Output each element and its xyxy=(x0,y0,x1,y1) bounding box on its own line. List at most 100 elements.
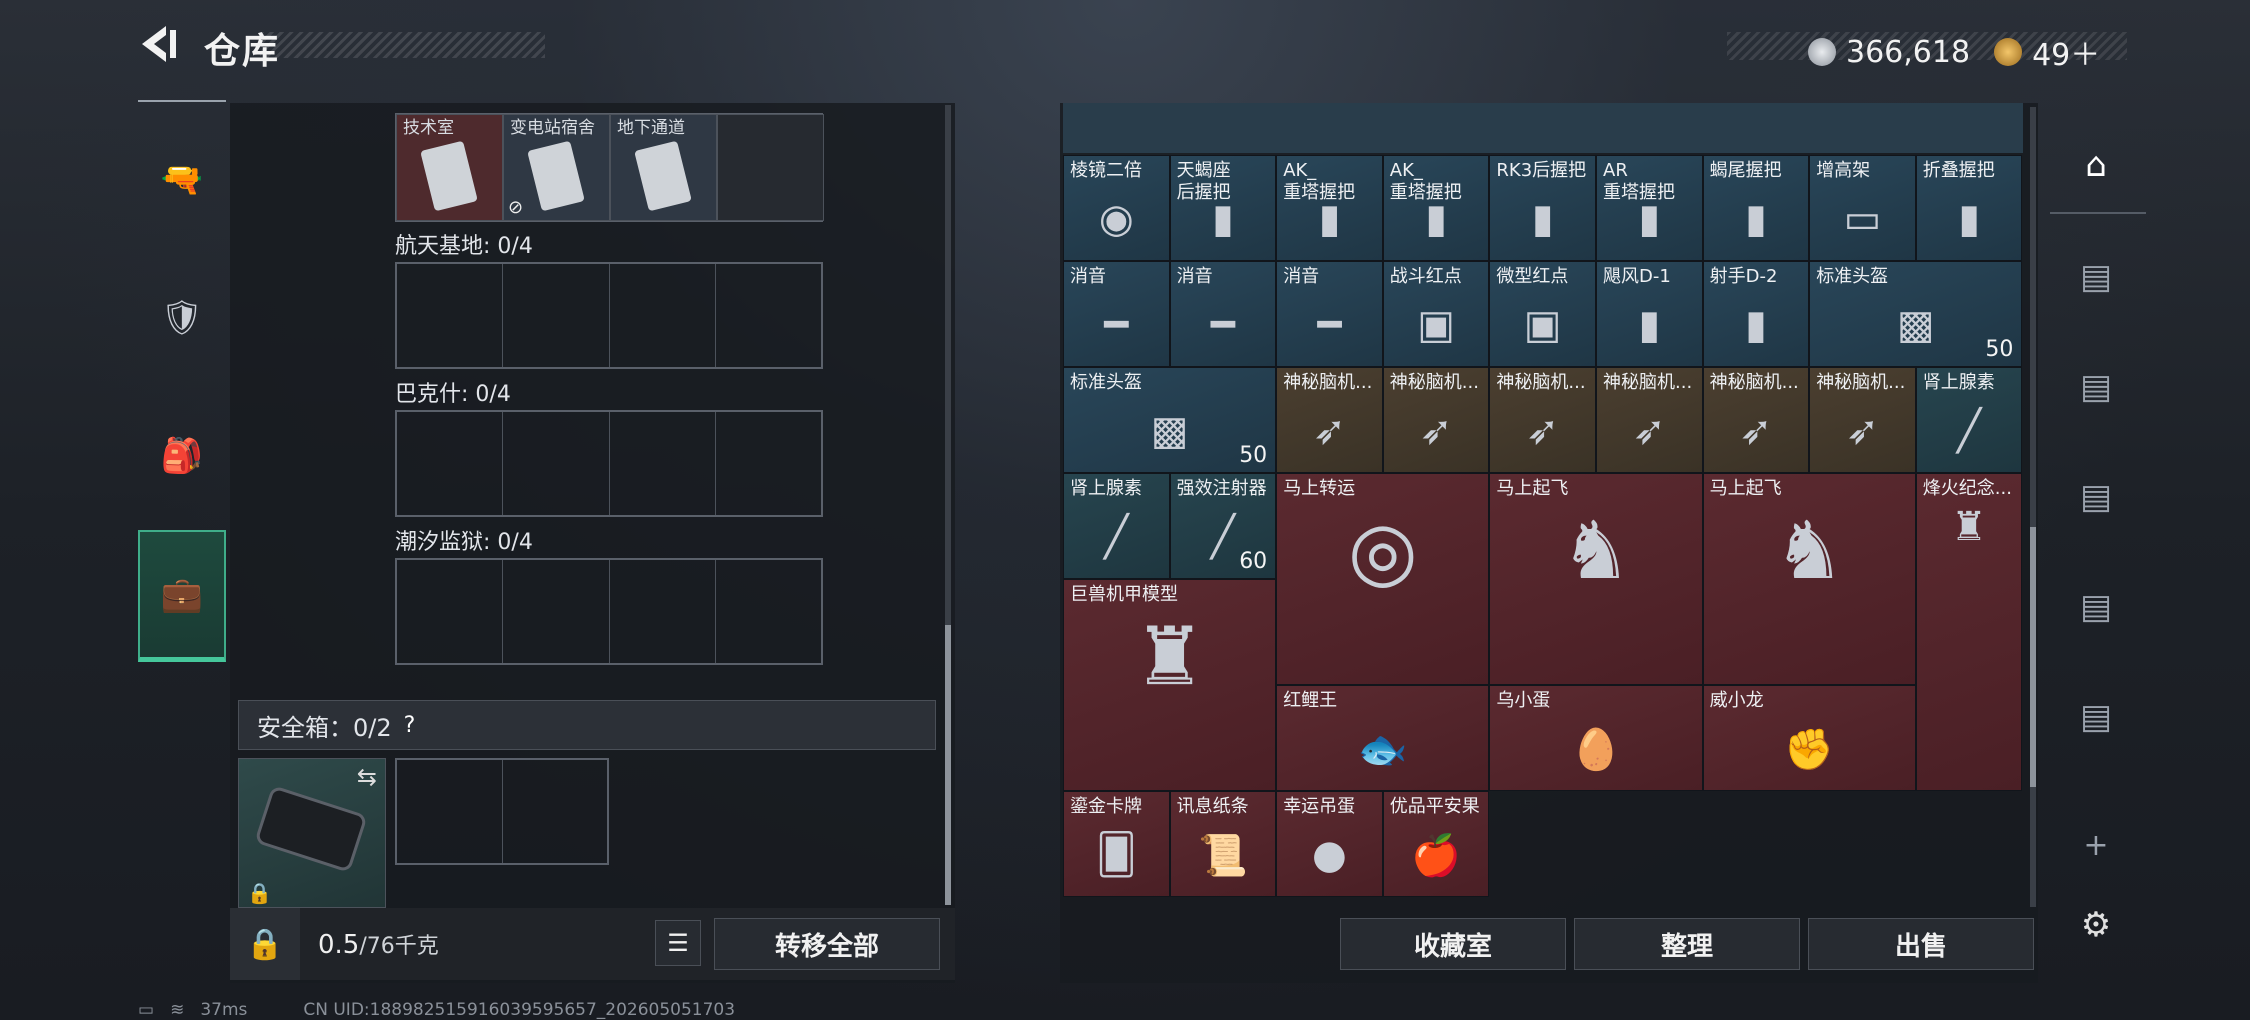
item-name: 巨兽机甲模型 xyxy=(1070,584,1178,605)
warehouse-item[interactable]: 神秘脑机... ➶ xyxy=(1382,367,1490,473)
right-scrollbar[interactable] xyxy=(2030,107,2036,907)
item-count: 60 xyxy=(1239,549,1268,574)
item-icon: ▮ xyxy=(1744,196,1767,242)
item-icon: ▮ xyxy=(1211,196,1234,242)
sell-button[interactable]: 出售 xyxy=(1808,918,2034,970)
warehouse-item[interactable]: AK_ 重塔握把 ▮ xyxy=(1382,155,1490,261)
warehouse-item[interactable]: 增高架 ▭ xyxy=(1809,155,1916,261)
item-name: 标准头盔 xyxy=(1816,266,1889,287)
safe-box-grid[interactable] xyxy=(395,758,609,865)
item-name: 消音 xyxy=(1176,266,1213,287)
item-icon: 🍎 xyxy=(1411,833,1461,879)
swap-icon[interactable]: ⇆ xyxy=(357,763,377,791)
item-name: 射手D-2 xyxy=(1709,266,1778,287)
warehouse-item[interactable]: 飓风D-1 ▮ xyxy=(1596,261,1703,367)
warehouse-item[interactable]: 神秘脑机... ➶ xyxy=(1596,367,1703,473)
warehouse-item[interactable]: 烽火纪念... ♜ xyxy=(1915,473,2023,791)
wifi-icon: ≋ xyxy=(170,1000,185,1020)
back-button[interactable] xyxy=(136,22,180,66)
warehouse-item[interactable]: 优品平安果 🍎 xyxy=(1382,791,1490,897)
warehouse-item[interactable]: 蝎尾握把 ▮ xyxy=(1702,155,1810,261)
warehouse-item[interactable]: 微型红点 ▣ xyxy=(1489,261,1596,367)
safe-box-icon xyxy=(254,785,368,873)
collection-button[interactable]: 收藏室 xyxy=(1340,918,1566,970)
warehouse-item[interactable]: RK3后握把 ▮ xyxy=(1489,155,1596,261)
item-icon: ● xyxy=(1312,832,1347,878)
tab-warehouse-main[interactable]: ⌂ xyxy=(2044,120,2148,210)
gold-coin-icon xyxy=(1994,38,2023,66)
settings-button[interactable]: ⚙ xyxy=(2044,880,2148,970)
tab-storage-3[interactable]: ▤ xyxy=(2044,452,2148,542)
warehouse-item[interactable]: 天蝎座 后握把 ▮ xyxy=(1169,155,1277,261)
item-icon: ◉ xyxy=(1098,196,1134,242)
warehouse-item[interactable]: 肾上腺素 ╱ xyxy=(1063,473,1170,579)
warehouse-item[interactable]: 消音 ━ xyxy=(1063,261,1170,367)
item-icon: ━ xyxy=(1210,302,1235,348)
item-name: 神秘脑机... xyxy=(1816,372,1906,393)
warehouse-item[interactable]: 神秘脑机... ➶ xyxy=(1702,367,1810,473)
warehouse-item[interactable]: 威小龙 ✊ xyxy=(1702,685,1916,791)
tab-storage-5[interactable]: ▤ xyxy=(2044,672,2148,762)
organize-button[interactable]: 整理 xyxy=(1574,918,1800,970)
tab-storage-2[interactable]: ▤ xyxy=(2044,342,2148,432)
warehouse-item[interactable]: 神秘脑机... ➶ xyxy=(1276,367,1383,473)
tab-armor[interactable]: 🛡 xyxy=(138,268,226,368)
warehouse-item[interactable]: 消音 ━ xyxy=(1169,261,1277,367)
warehouse-item[interactable]: 乌小蛋 🥚 xyxy=(1489,685,1703,791)
key-slot-tunnel[interactable]: 地下通道 xyxy=(610,114,717,221)
tab-storage-4[interactable]: ▤ xyxy=(2044,562,2148,652)
currency-bar: 366,618 49＋ xyxy=(1808,30,2100,74)
list-icon: ☰ xyxy=(667,929,689,957)
key-slot-substation[interactable]: 变电站宿舍 ⊘ xyxy=(503,114,610,221)
safe-box-label: 安全箱：0/2 xyxy=(257,713,392,742)
list-view-button[interactable]: ☰ xyxy=(655,920,701,966)
tab-backpack[interactable]: 🎒 xyxy=(138,406,226,506)
transfer-all-button[interactable]: 转移全部 xyxy=(714,918,940,970)
item-icon: ▣ xyxy=(1523,302,1562,348)
add-storage-button[interactable]: + xyxy=(2044,800,2148,890)
warehouse-item[interactable]: 鎏金卡牌 🂠 xyxy=(1063,791,1170,897)
warehouse-item[interactable]: 标准头盔 ▩ 50 xyxy=(1809,261,2023,367)
warehouse-item[interactable]: AK_ 重塔握把 ▮ xyxy=(1276,155,1383,261)
item-icon: ━ xyxy=(1104,302,1129,348)
key-grid-aerospace[interactable] xyxy=(395,262,823,369)
key-slot-tech-room[interactable]: 技术室 xyxy=(396,114,503,221)
warehouse-item[interactable]: 神秘脑机... ➶ xyxy=(1809,367,1916,473)
warehouse-item[interactable]: 讯息纸条 📜 xyxy=(1169,791,1277,897)
key-grid-prison[interactable] xyxy=(395,558,823,665)
pistol-icon: 🔫 xyxy=(160,160,204,200)
warehouse-item[interactable]: AR 重塔握把 ▮ xyxy=(1596,155,1703,261)
item-name: 幸运吊蛋 xyxy=(1283,796,1356,817)
warehouse-item[interactable]: 强效注射器 ╱ 60 xyxy=(1169,473,1277,579)
item-name: 威小龙 xyxy=(1709,690,1764,711)
item-name: 马上转运 xyxy=(1283,478,1356,499)
storage-icon: ▤ xyxy=(2079,367,2113,407)
warehouse-item[interactable]: 棱镜二倍 ◉ xyxy=(1063,155,1170,261)
safe-box-slot[interactable]: ⇆ 🔒 xyxy=(238,758,386,908)
item-name: 标准头盔 xyxy=(1070,372,1142,393)
warehouse-item[interactable]: 肾上腺素 ╱ xyxy=(1915,367,2023,473)
gold-currency[interactable]: 49＋ xyxy=(2032,30,2100,74)
vest-icon: 🛡 xyxy=(160,298,204,338)
tab-storage-1[interactable]: ▤ xyxy=(2044,232,2148,322)
key-grid-bakhsh[interactable] xyxy=(395,410,823,517)
warehouse-item[interactable]: 折叠握把 ▮ xyxy=(1915,155,2023,261)
warehouse-item[interactable]: 战斗红点 ▣ xyxy=(1382,261,1490,367)
warehouse-item[interactable]: 幸运吊蛋 ● xyxy=(1276,791,1383,897)
warehouse-item[interactable]: 巨兽机甲模型 ♜ xyxy=(1063,579,1277,791)
tab-keys[interactable]: 💼 xyxy=(138,530,226,662)
warehouse-item[interactable]: 射手D-2 ▮ xyxy=(1702,261,1810,367)
help-icon[interactable]: ? xyxy=(404,713,416,738)
tab-weapons[interactable]: 🔫 xyxy=(138,130,226,230)
warehouse-item[interactable]: 消音 ━ xyxy=(1276,261,1383,367)
item-icon: ▮ xyxy=(1531,196,1554,242)
keycard-icon xyxy=(420,140,478,212)
left-scrollbar[interactable] xyxy=(945,105,951,905)
warehouse-item[interactable]: 红鲤王 🐟 xyxy=(1276,685,1490,791)
warehouse-item[interactable]: 马上起飞 ♞ xyxy=(1702,473,1916,685)
warehouse-item[interactable]: 马上转运 ◎ xyxy=(1276,473,1490,685)
warehouse-item[interactable]: 马上起飞 ♞ xyxy=(1489,473,1703,685)
warehouse-item[interactable]: 神秘脑机... ➶ xyxy=(1489,367,1596,473)
warehouse-item[interactable]: 标准头盔 ▩ 50 xyxy=(1063,367,1277,473)
key-slot-empty[interactable] xyxy=(717,114,824,221)
